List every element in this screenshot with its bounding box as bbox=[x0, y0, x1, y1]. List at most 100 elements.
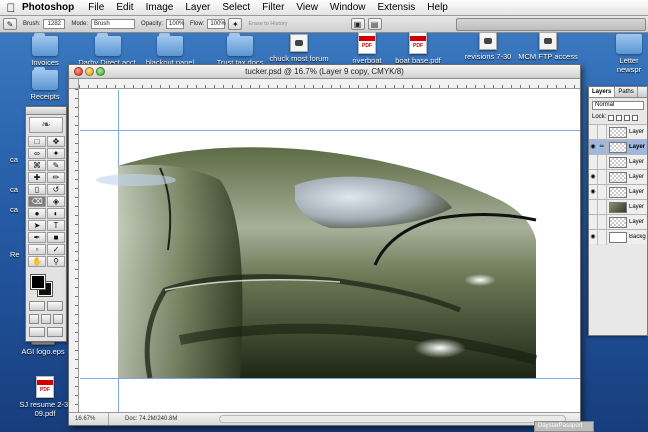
lock-transparency-icon[interactable] bbox=[608, 114, 615, 121]
flow-field[interactable]: 100% bbox=[207, 19, 226, 29]
horizontal-scrollbar[interactable] bbox=[219, 415, 566, 423]
palette-well-icon[interactable]: ▣ bbox=[350, 18, 365, 30]
visibility-toggle[interactable] bbox=[589, 124, 598, 140]
horizontal-ruler[interactable] bbox=[79, 79, 580, 89]
airbrush-icon[interactable]: ✦ bbox=[228, 18, 243, 30]
file-browser-icon[interactable]: ▤ bbox=[367, 18, 382, 30]
layer-link-cell[interactable] bbox=[598, 169, 607, 185]
crop-tool-icon[interactable]: ⌘ bbox=[28, 160, 46, 171]
menu-extensis[interactable]: Extensis bbox=[378, 2, 416, 13]
jump-to-imageready-button[interactable] bbox=[29, 327, 63, 337]
document-titlebar[interactable]: tucker.psd @ 16.7% (Layer 9 copy, CMYK/8… bbox=[69, 65, 580, 79]
layer-row[interactable]: Layer bbox=[589, 214, 647, 230]
screen-mode-buttons[interactable] bbox=[29, 314, 63, 324]
car-artwork bbox=[80, 90, 580, 412]
pen-tool-icon[interactable]: ✒ bbox=[28, 232, 46, 243]
layer-link-cell[interactable] bbox=[598, 214, 607, 230]
hand-tool-icon[interactable]: ✋ bbox=[28, 256, 46, 267]
layer-row[interactable]: ◉ Layer bbox=[589, 184, 647, 200]
layer-row[interactable]: ◉ ✏ Layer bbox=[589, 139, 647, 155]
erase-to-history-checkbox[interactable]: Erase to History bbox=[248, 21, 287, 27]
menu-layer[interactable]: Layer bbox=[185, 2, 210, 13]
menu-help[interactable]: Help bbox=[427, 2, 448, 13]
eraser-tool-icon[interactable]: ⌫ bbox=[28, 196, 46, 207]
zoom-level-field[interactable]: 16.67% bbox=[75, 413, 109, 425]
zoom-tool-icon[interactable]: ⚲ bbox=[47, 256, 65, 267]
layer-link-cell[interactable] bbox=[598, 124, 607, 140]
magic-wand-tool-icon[interactable]: ✦ bbox=[47, 148, 65, 159]
layer-link-cell[interactable] bbox=[598, 154, 607, 170]
palette-well[interactable] bbox=[456, 18, 646, 31]
shape-tool-icon[interactable]: ■ bbox=[47, 232, 65, 243]
slice-tool-icon[interactable]: ✎ bbox=[47, 160, 65, 171]
opacity-field[interactable]: 100% bbox=[166, 19, 184, 29]
minimize-button[interactable] bbox=[85, 67, 94, 76]
eye-icon[interactable]: ◉ bbox=[589, 169, 598, 185]
eye-icon[interactable]: ◉ bbox=[589, 139, 598, 155]
brush-tool-icon[interactable]: ✏ bbox=[47, 172, 65, 183]
eye-icon[interactable]: ◉ bbox=[589, 229, 598, 245]
folder-icon bbox=[32, 67, 58, 90]
desktop-icon-boat-base[interactable]: boat base.pdf bbox=[383, 32, 453, 65]
lock-all-icon[interactable] bbox=[632, 114, 639, 121]
move-tool-icon[interactable]: ✥ bbox=[47, 136, 65, 147]
layer-link-cell[interactable] bbox=[598, 229, 607, 245]
layer-row[interactable]: Layer bbox=[589, 124, 647, 140]
quick-mask-buttons[interactable] bbox=[29, 301, 63, 311]
apple-menu-icon[interactable]:  bbox=[0, 0, 22, 15]
toolbox-titlebar[interactable] bbox=[26, 107, 66, 115]
path-select-icon[interactable]: ➤ bbox=[28, 220, 46, 231]
eye-icon[interactable]: ◉ bbox=[589, 184, 598, 200]
foreground-color-swatch[interactable] bbox=[30, 274, 46, 290]
dodge-tool-icon[interactable]: ◐ bbox=[47, 208, 65, 219]
lock-position-icon[interactable] bbox=[624, 114, 631, 121]
menu-image[interactable]: Image bbox=[146, 2, 174, 13]
desktop-icon-invoices[interactable]: Invoices bbox=[10, 33, 80, 67]
layer-row[interactable]: ◉ Backg bbox=[589, 229, 647, 245]
mode-select[interactable]: Brush bbox=[91, 19, 136, 29]
menu-edit[interactable]: Edit bbox=[116, 2, 133, 13]
desktop-icon-chuck[interactable]: chuck most forum bbox=[264, 34, 334, 63]
history-brush-icon[interactable]: ↺ bbox=[47, 184, 65, 195]
visibility-toggle[interactable] bbox=[589, 199, 598, 215]
desktop-icon-mcm-ftp[interactable]: MCM FTP access bbox=[513, 32, 583, 61]
brush-icon[interactable]: ✏ bbox=[598, 139, 607, 155]
visibility-toggle[interactable] bbox=[589, 214, 598, 230]
blur-tool-icon[interactable]: ● bbox=[28, 208, 46, 219]
layer-row[interactable]: ◉ Layer bbox=[589, 169, 647, 185]
notes-tool-icon[interactable]: ▫ bbox=[28, 244, 46, 255]
type-tool-icon[interactable]: T bbox=[47, 220, 65, 231]
clone-stamp-icon[interactable]: ▯ bbox=[28, 184, 46, 195]
close-button[interactable] bbox=[74, 67, 83, 76]
blend-mode-select[interactable]: Normal bbox=[592, 101, 644, 110]
menu-window[interactable]: Window bbox=[330, 2, 366, 13]
menu-view[interactable]: View bbox=[296, 2, 318, 13]
visibility-toggle[interactable] bbox=[589, 154, 598, 170]
menu-file[interactable]: File bbox=[88, 2, 104, 13]
healing-brush-icon[interactable]: ✚ bbox=[28, 172, 46, 183]
layer-row[interactable]: Layer bbox=[589, 199, 647, 215]
eraser-tool-preset-icon[interactable]: ✎ bbox=[3, 18, 17, 30]
menu-select[interactable]: Select bbox=[222, 2, 250, 13]
layer-row[interactable]: Layer bbox=[589, 154, 647, 170]
app-menu[interactable]: Photoshop bbox=[22, 2, 74, 13]
desktop-icon-letter[interactable]: Letter newspr bbox=[610, 34, 648, 74]
tab-paths[interactable]: Paths bbox=[615, 87, 638, 97]
lasso-tool-icon[interactable]: ∞ bbox=[28, 148, 46, 159]
vertical-ruler[interactable] bbox=[69, 89, 79, 412]
paint-bucket-icon[interactable]: ◈ bbox=[47, 196, 65, 207]
eyedropper-tool-icon[interactable]: ✓ bbox=[47, 244, 65, 255]
feather-logo-icon[interactable]: ❧ bbox=[29, 117, 63, 133]
canvas[interactable] bbox=[80, 90, 580, 412]
drive-label[interactable]: DaystarPassport bbox=[534, 421, 594, 432]
lock-pixels-icon[interactable] bbox=[616, 114, 623, 121]
layer-link-cell[interactable] bbox=[598, 184, 607, 200]
menu-filter[interactable]: Filter bbox=[262, 2, 284, 13]
marquee-tool-icon[interactable]: □ bbox=[28, 136, 46, 147]
layer-link-cell[interactable] bbox=[598, 199, 607, 215]
brush-picker[interactable]: 1282 bbox=[43, 19, 66, 29]
zoom-button[interactable] bbox=[96, 67, 105, 76]
tab-layers[interactable]: Layers bbox=[589, 87, 616, 97]
doc-size-info[interactable]: Doc: 74.2M/240.8M bbox=[125, 413, 177, 425]
ruler-origin[interactable] bbox=[69, 79, 79, 89]
